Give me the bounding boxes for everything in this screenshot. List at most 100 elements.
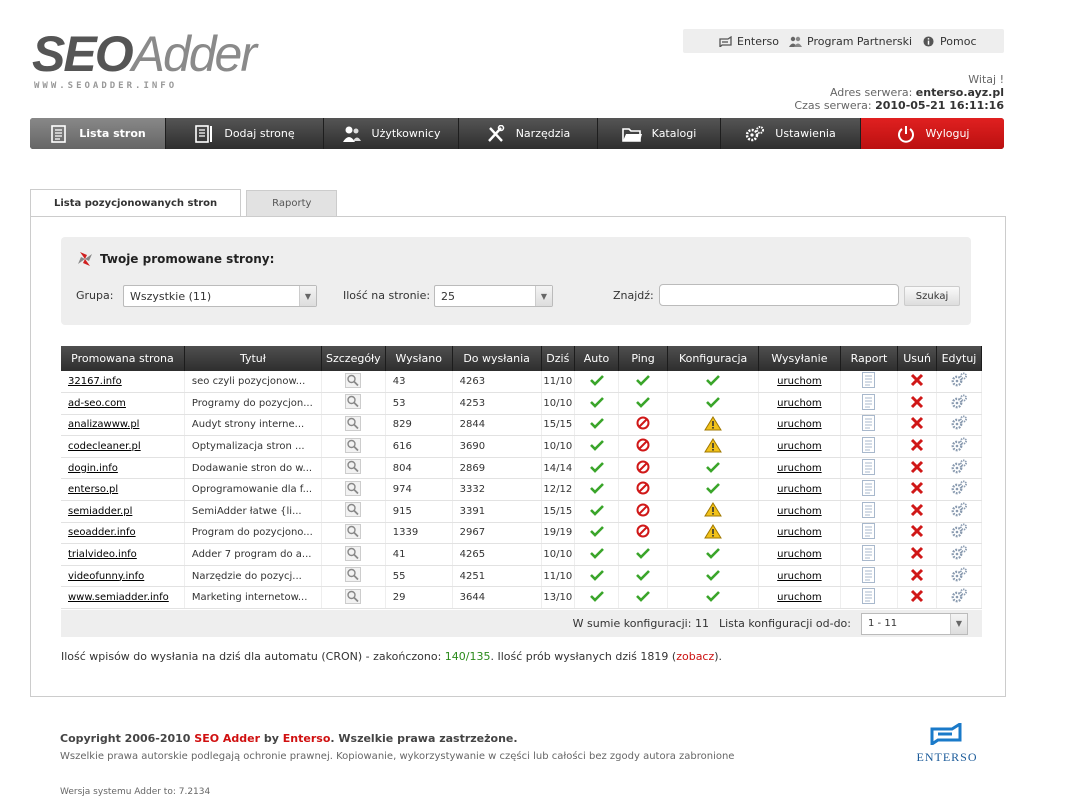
search-button[interactable]: Szukaj: [904, 286, 960, 306]
edit-gears-icon[interactable]: [950, 588, 968, 604]
site-link[interactable]: 32167.info: [68, 376, 122, 387]
details-icon[interactable]: [345, 437, 362, 453]
auto-status: [574, 457, 619, 480]
to-send-count: 3690: [452, 435, 542, 458]
details-icon[interactable]: [345, 502, 362, 518]
delete-icon[interactable]: [910, 395, 924, 409]
details-icon[interactable]: [345, 459, 362, 475]
toplink-help[interactable]: Pomoc: [922, 35, 977, 48]
report-icon[interactable]: [862, 588, 876, 605]
delete-icon[interactable]: [910, 460, 924, 474]
edit-gears-icon[interactable]: [950, 415, 968, 431]
delete-icon[interactable]: [910, 546, 924, 560]
report-icon[interactable]: [862, 458, 876, 475]
run-link[interactable]: uruchom: [777, 506, 821, 517]
edit-gears-icon[interactable]: [950, 394, 968, 410]
menu-katalogi[interactable]: Katalogi: [598, 118, 721, 149]
group-select[interactable]: Wszystkie (11) ▼: [123, 285, 317, 307]
toplink-enterso[interactable]: Enterso: [719, 35, 779, 48]
report-icon[interactable]: [862, 523, 876, 540]
edit-gears-icon[interactable]: [950, 372, 968, 388]
run-link[interactable]: uruchom: [777, 592, 821, 603]
report-icon[interactable]: [862, 393, 876, 410]
report-icon[interactable]: [862, 415, 876, 432]
details-icon[interactable]: [345, 523, 362, 539]
site-link[interactable]: semiadder.pl: [68, 506, 132, 517]
sent-count: 55: [385, 565, 453, 588]
details-icon[interactable]: [345, 480, 362, 496]
tab-raporty[interactable]: Raporty: [246, 190, 338, 216]
group-select-value: Wszystkie (11): [130, 289, 212, 303]
details-icon[interactable]: [345, 415, 362, 431]
menu-label: Dodaj stronę: [224, 127, 295, 140]
menu-dodaj-strone[interactable]: Dodaj stronę: [166, 118, 324, 149]
site-link[interactable]: codecleaner.pl: [68, 441, 141, 452]
edit-gears-icon[interactable]: [950, 459, 968, 475]
delete-icon[interactable]: [910, 589, 924, 603]
details-icon[interactable]: [345, 588, 362, 604]
edit-gears-icon[interactable]: [950, 437, 968, 453]
run-link[interactable]: uruchom: [777, 419, 821, 430]
menu-lista-stron[interactable]: Lista stron: [30, 118, 166, 149]
run-link[interactable]: uruchom: [777, 571, 821, 582]
site-link[interactable]: enterso.pl: [68, 484, 118, 495]
delete-icon[interactable]: [910, 481, 924, 495]
delete-icon[interactable]: [910, 373, 924, 387]
delete-icon[interactable]: [910, 438, 924, 452]
details-icon[interactable]: [345, 394, 362, 410]
top-links-bar: Enterso Program Partnerski Pomoc: [683, 29, 1004, 53]
details-icon[interactable]: [345, 372, 362, 388]
edit-gears-icon[interactable]: [950, 523, 968, 539]
search-input[interactable]: [659, 284, 899, 306]
column-header: Wysyłanie: [758, 346, 841, 371]
edit-gears-icon[interactable]: [950, 545, 968, 561]
cron-text3: ).: [714, 650, 723, 663]
enterso-logo[interactable]: ENTERSO: [913, 721, 981, 765]
report-icon[interactable]: [862, 545, 876, 562]
toplink-partners[interactable]: Program Partnerski: [789, 35, 912, 48]
site-link[interactable]: videofunny.info: [68, 571, 144, 582]
copyright-notice: Wszelkie prawa autorskie podlegają ochro…: [60, 751, 735, 762]
seoadder-logo[interactable]: SEOAdder WWW.SEOADDER.INFO: [32, 26, 257, 91]
report-icon[interactable]: [862, 437, 876, 454]
report-icon[interactable]: [862, 480, 876, 497]
report-icon[interactable]: [862, 501, 876, 518]
check-icon: [706, 483, 721, 495]
tab-lista-pozycjonowanych[interactable]: Lista pozycjonowanych stron: [30, 189, 242, 217]
check-icon: [706, 548, 721, 559]
delete-icon[interactable]: [910, 524, 924, 538]
menu-wyloguj[interactable]: Wyloguj: [861, 118, 1004, 149]
site-link[interactable]: seoadder.info: [68, 527, 136, 538]
ping-status: [618, 457, 669, 480]
run-link[interactable]: uruchom: [777, 441, 821, 452]
edit-gears-icon[interactable]: [950, 567, 968, 583]
menu-uzytkownicy[interactable]: Użytkownicy: [324, 118, 459, 149]
ping-status: [618, 435, 669, 458]
site-link[interactable]: ad-seo.com: [68, 398, 126, 409]
menu-ustawienia[interactable]: Ustawienia: [721, 118, 861, 149]
edit-gears-icon[interactable]: [950, 502, 968, 518]
site-link[interactable]: trialvideo.info: [68, 549, 137, 560]
delete-icon[interactable]: [910, 568, 924, 582]
cron-view-link[interactable]: zobacz: [676, 650, 714, 663]
range-select[interactable]: 1 - 11 ▼: [861, 612, 968, 635]
details-icon[interactable]: [345, 545, 362, 561]
run-link[interactable]: uruchom: [777, 463, 821, 474]
site-link[interactable]: dogin.info: [68, 463, 118, 474]
run-link[interactable]: uruchom: [777, 398, 821, 409]
delete-icon[interactable]: [910, 503, 924, 517]
run-link[interactable]: uruchom: [777, 549, 821, 560]
run-link[interactable]: uruchom: [777, 527, 821, 538]
perpage-select[interactable]: 25 ▼: [434, 285, 553, 307]
edit-gears-icon[interactable]: [950, 480, 968, 496]
menu-narzedzia[interactable]: Narzędzia: [459, 118, 598, 149]
site-link[interactable]: www.semiadder.info: [68, 592, 169, 603]
delete-cell: [897, 435, 937, 458]
run-link[interactable]: uruchom: [777, 484, 821, 495]
report-icon[interactable]: [862, 372, 876, 389]
site-link[interactable]: analizawww.pl: [68, 419, 139, 430]
delete-icon[interactable]: [910, 416, 924, 430]
report-icon[interactable]: [862, 566, 876, 583]
details-icon[interactable]: [345, 567, 362, 583]
run-link[interactable]: uruchom: [777, 376, 821, 387]
